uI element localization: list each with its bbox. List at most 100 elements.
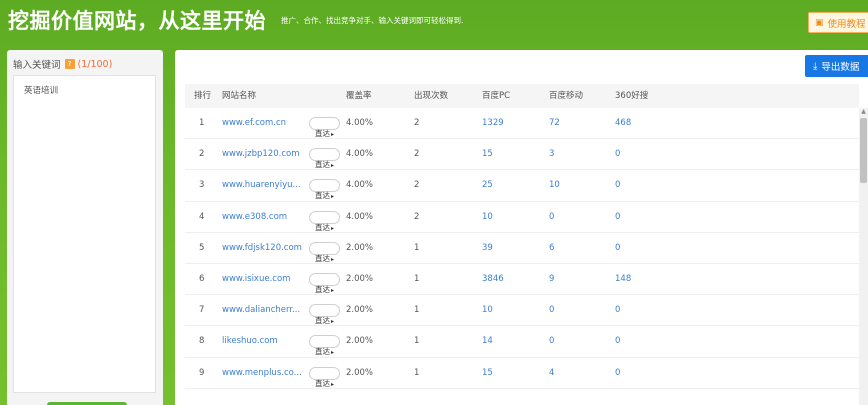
col-coverage[interactable]: 覆盖率 <box>346 84 372 108</box>
count-cell: 2 <box>414 211 420 222</box>
col-360[interactable]: 360好搜 <box>615 84 648 108</box>
baidu-mobile-link[interactable]: 3 <box>549 139 554 170</box>
baidu-pc-link[interactable]: 3846 <box>482 264 504 295</box>
arrow-right-icon: ▸ <box>331 193 335 201</box>
export-label: 导出数据 <box>821 62 860 73</box>
arrow-right-icon: ▸ <box>331 131 335 138</box>
go-button[interactable]: 直达▸ <box>309 210 341 232</box>
go-label: 直达 <box>315 222 330 232</box>
tutorial-label: 使用教程 <box>827 18 866 30</box>
site-link[interactable]: www.huarenyiyu... <box>222 170 301 201</box>
count-cell: 1 <box>414 367 420 378</box>
so360-link[interactable]: 0 <box>615 326 620 357</box>
site-link[interactable]: www.menplus.co... <box>222 358 302 389</box>
scrollbar[interactable]: ▲ <box>859 108 868 405</box>
scroll-thumb[interactable] <box>860 118 867 183</box>
col-count[interactable]: 出现次数 <box>414 84 448 108</box>
so360-link[interactable]: 0 <box>615 295 620 326</box>
go-label: 直达 <box>315 129 330 138</box>
export-button[interactable]: ⤓ 导出数据 <box>805 55 868 77</box>
tutorial-button[interactable]: ▣ 使用教程 <box>808 12 868 33</box>
site-link[interactable]: www.daliancherr... <box>222 295 300 326</box>
col-rank[interactable]: 排行 <box>194 84 211 108</box>
table-row: 8 likeshuo.com 2.00% 1 14 0 0 直达▸ <box>185 326 859 358</box>
coverage-cell: 2.00% <box>346 273 374 284</box>
site-link[interactable]: www.jzbp120.com <box>222 139 299 170</box>
count-cell: 2 <box>414 149 420 160</box>
go-label: 直达 <box>315 316 330 326</box>
baidu-mobile-link[interactable]: 9 <box>549 264 554 295</box>
site-link[interactable]: www.ef.com.cn <box>222 108 286 139</box>
rank-cell: 2 <box>199 149 205 160</box>
col-baidu-pc[interactable]: 百度PC <box>482 84 510 108</box>
keyword-input[interactable]: 英语培训 <box>13 75 156 393</box>
baidu-mobile-link[interactable]: 0 <box>549 295 554 326</box>
baidu-pc-link[interactable]: 10 <box>482 202 493 233</box>
table-row: 9 www.menplus.co... 2.00% 1 15 4 0 直达▸ <box>185 358 859 389</box>
coverage-cell: 2.00% <box>346 242 374 253</box>
rank-cell: 5 <box>199 242 205 253</box>
go-label: 直达 <box>315 160 330 170</box>
site-link[interactable]: www.fdjsk120.com <box>222 233 302 264</box>
so360-link[interactable]: 0 <box>615 139 620 170</box>
go-label: 直达 <box>315 191 330 201</box>
go-button[interactable]: 直达▸ <box>309 241 341 263</box>
table-body: 1 www.ef.com.cn 4.00% 2 1329 72 468 直达▸ 2 www.jzb… <box>185 108 859 389</box>
go-button[interactable]: 直达▸ <box>309 335 341 356</box>
count-cell: 2 <box>414 180 420 191</box>
arrow-right-icon: ▸ <box>331 255 335 263</box>
col-baidu-mobile[interactable]: 百度移动 <box>549 84 583 108</box>
keyword-label: 输入关键词 <box>13 60 61 71</box>
keyword-count: (1/100) <box>77 58 113 70</box>
arrow-right-icon: ▸ <box>331 318 335 326</box>
site-link[interactable]: www.isixue.com <box>222 264 290 295</box>
so360-link[interactable]: 0 <box>615 358 620 389</box>
baidu-mobile-link[interactable]: 0 <box>549 202 554 233</box>
go-button[interactable]: 直达▸ <box>309 148 341 169</box>
so360-link[interactable]: 0 <box>615 233 620 264</box>
baidu-pc-link[interactable]: 1329 <box>482 108 504 139</box>
arrow-right-icon: ▸ <box>331 349 335 357</box>
scroll-up-icon[interactable]: ▲ <box>859 108 868 116</box>
col-site[interactable]: 网站名称 <box>222 84 256 108</box>
rank-cell: 4 <box>199 211 205 222</box>
table-row: 3 www.huarenyiyu... 4.00% 2 25 10 0 直达▸ <box>185 170 859 202</box>
baidu-mobile-link[interactable]: 10 <box>549 170 560 201</box>
arrow-right-icon: ▸ <box>331 286 335 294</box>
go-label: 直达 <box>315 378 330 388</box>
table-row: 4 www.e308.com 4.00% 2 10 0 0 直达▸ <box>185 202 859 233</box>
go-button[interactable]: 直达▸ <box>309 272 341 294</box>
go-button[interactable]: 直达▸ <box>309 117 341 138</box>
page-header: 挖掘价值网站，从这里开始 推广、合作、找出竞争对手、输入关键词即可轻松得到. ▣… <box>0 0 868 44</box>
keyword-panel: 输入关键词 ? (1/100) 英语培训 <box>7 50 163 405</box>
baidu-mobile-link[interactable]: 6 <box>549 233 554 264</box>
go-label: 直达 <box>315 253 330 263</box>
table-header: 排行 网站名称 覆盖率 出现次数 百度PC 百度移动 360好搜 <box>185 84 859 108</box>
so360-link[interactable]: 468 <box>615 108 631 139</box>
baidu-pc-link[interactable]: 14 <box>482 326 493 357</box>
so360-link[interactable]: 148 <box>615 264 631 295</box>
baidu-pc-link[interactable]: 39 <box>482 233 493 264</box>
go-button[interactable]: 直达▸ <box>309 179 341 200</box>
table-row: 6 www.isixue.com 2.00% 1 3846 9 148 直达▸ <box>185 264 859 296</box>
go-button[interactable]: 直达▸ <box>309 304 341 325</box>
coverage-cell: 2.00% <box>346 367 374 378</box>
baidu-pc-link[interactable]: 25 <box>482 170 493 201</box>
count-cell: 1 <box>414 273 420 284</box>
site-link[interactable]: likeshuo.com <box>222 326 278 357</box>
results-panel: ⤓ 导出数据 排行 网站名称 覆盖率 出现次数 百度PC 百度移动 360好搜 … <box>175 50 868 405</box>
table-row: 2 www.jzbp120.com 4.00% 2 15 3 0 直达▸ <box>185 139 859 171</box>
count-cell: 1 <box>414 305 420 316</box>
so360-link[interactable]: 0 <box>615 170 620 201</box>
so360-link[interactable]: 0 <box>615 202 620 233</box>
site-link[interactable]: www.e308.com <box>222 202 287 233</box>
baidu-pc-link[interactable]: 15 <box>482 139 493 170</box>
baidu-mobile-link[interactable]: 72 <box>549 108 560 139</box>
baidu-pc-link[interactable]: 10 <box>482 295 493 326</box>
baidu-pc-link[interactable]: 15 <box>482 358 493 389</box>
help-icon[interactable]: ? <box>64 59 75 69</box>
baidu-mobile-link[interactable]: 4 <box>549 358 554 389</box>
baidu-mobile-link[interactable]: 0 <box>549 326 554 357</box>
go-button[interactable]: 直达▸ <box>309 366 341 388</box>
rank-cell: 7 <box>199 305 205 316</box>
